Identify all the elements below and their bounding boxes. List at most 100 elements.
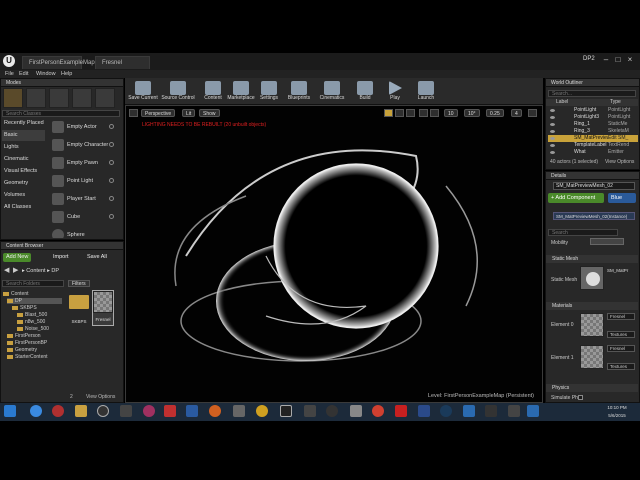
tree-noise[interactable]: Noise_500 bbox=[17, 326, 49, 332]
outliner-row[interactable]: TemplateLabel TextRend bbox=[548, 142, 638, 149]
element1-thumbnail[interactable] bbox=[580, 345, 604, 369]
forward-icon[interactable]: ▶ bbox=[13, 266, 18, 274]
blueprints-button[interactable]: Blueprints bbox=[282, 80, 316, 104]
back-icon[interactable]: ◀ bbox=[4, 266, 9, 274]
place-point-light[interactable]: Point Light bbox=[50, 173, 116, 190]
tree-geometry[interactable]: Geometry bbox=[7, 347, 37, 353]
steam-icon[interactable] bbox=[440, 405, 452, 417]
tree-content[interactable]: Content bbox=[3, 291, 29, 297]
category-basic[interactable]: Basic bbox=[2, 130, 45, 141]
static-mesh-thumbnail[interactable] bbox=[580, 266, 604, 290]
outliner-row[interactable]: PointLight3 PointLight bbox=[548, 114, 638, 121]
element0-material-dropdown[interactable]: Fresnel bbox=[607, 313, 635, 320]
app-icon[interactable] bbox=[120, 405, 132, 417]
menu-window[interactable]: Window bbox=[36, 70, 56, 78]
category-cinematic[interactable]: Cinematic bbox=[2, 154, 45, 165]
settings-button[interactable]: Settings bbox=[252, 80, 286, 104]
component-instance-row[interactable]: SM_MatPreviewMesh_02(Instance) bbox=[553, 212, 635, 220]
app-icon[interactable] bbox=[418, 405, 430, 417]
explorer-icon[interactable] bbox=[75, 405, 87, 417]
landscape-mode-icon[interactable] bbox=[49, 88, 69, 108]
paint-mode-icon[interactable] bbox=[26, 88, 46, 108]
place-mode-icon[interactable] bbox=[3, 88, 23, 108]
eye-icon[interactable] bbox=[550, 137, 555, 140]
menu-edit[interactable]: Edit bbox=[19, 70, 28, 78]
app-icon[interactable] bbox=[256, 405, 268, 417]
app-icon[interactable] bbox=[164, 405, 176, 417]
app-icon[interactable] bbox=[233, 405, 245, 417]
category-all-classes[interactable]: All Classes bbox=[2, 202, 45, 213]
outliner-row[interactable]: PointLight PointLight bbox=[548, 107, 638, 114]
add-new-button[interactable]: Add New bbox=[3, 253, 32, 262]
tab-fresnel[interactable]: Fresnel bbox=[95, 56, 150, 69]
outliner-search-input[interactable]: Search... bbox=[548, 90, 636, 97]
unreal-icon[interactable] bbox=[97, 405, 109, 417]
eye-icon[interactable] bbox=[550, 109, 555, 112]
cinematics-button[interactable]: Cinematics bbox=[315, 80, 349, 104]
system-clock[interactable]: 10:10 PM 5/6/2015 bbox=[600, 404, 634, 420]
import-button[interactable]: Import bbox=[50, 253, 72, 262]
play-button[interactable]: Play bbox=[378, 80, 412, 104]
eye-icon[interactable] bbox=[550, 116, 555, 119]
minimize-icon[interactable]: – bbox=[600, 55, 612, 65]
eye-icon[interactable] bbox=[550, 144, 555, 147]
menu-file[interactable]: File bbox=[5, 70, 14, 78]
app-icon[interactable] bbox=[527, 405, 539, 417]
chrome-icon[interactable] bbox=[372, 405, 384, 417]
folder-search-input[interactable]: Search Folders bbox=[2, 280, 64, 287]
blueprint-button[interactable]: Blue bbox=[608, 193, 636, 203]
static-mesh-value[interactable]: SM_MatPr bbox=[607, 268, 628, 273]
class-search-input[interactable]: Search Classes bbox=[2, 110, 120, 117]
save-current-button[interactable]: Save Current bbox=[126, 80, 160, 104]
launch-button[interactable]: Launch bbox=[409, 80, 443, 104]
add-component-button[interactable]: + Add Component bbox=[548, 193, 604, 203]
app-icon[interactable] bbox=[508, 405, 520, 417]
app-icon[interactable] bbox=[209, 405, 221, 417]
category-geometry[interactable]: Geometry bbox=[2, 178, 45, 189]
app-icon[interactable] bbox=[463, 405, 475, 417]
element1-material-dropdown[interactable]: Fresnel bbox=[607, 345, 635, 352]
simulate-physics-checkbox[interactable] bbox=[578, 395, 583, 400]
actor-name-input[interactable]: SM_MatPreviewMesh_02 bbox=[553, 182, 635, 190]
category-volumes[interactable]: Volumes bbox=[2, 190, 45, 201]
asset-fresnel[interactable]: Fresnel bbox=[92, 290, 114, 326]
ie-icon[interactable] bbox=[30, 405, 42, 417]
category-visual-effects[interactable]: Visual Effects bbox=[2, 166, 45, 177]
level-viewport[interactable]: Perspective Lit Show 10 10° 0.25 4 LIGHT… bbox=[125, 105, 543, 403]
start-icon[interactable] bbox=[4, 405, 16, 417]
breadcrumb-content[interactable]: Content bbox=[26, 268, 45, 274]
tree-skbps[interactable]: SKBPS bbox=[12, 305, 37, 311]
foliage-mode-icon[interactable] bbox=[72, 88, 92, 108]
place-empty-pawn[interactable]: Empty Pawn bbox=[50, 155, 116, 172]
breadcrumb-dp[interactable]: DP bbox=[51, 268, 59, 274]
eye-icon[interactable] bbox=[550, 151, 555, 154]
place-player-start[interactable]: Player Start bbox=[50, 191, 116, 208]
col-type[interactable]: Type bbox=[610, 99, 621, 106]
tree-firstpersonbp[interactable]: FirstPersonBP bbox=[7, 340, 47, 346]
place-empty-character[interactable]: Empty Character bbox=[50, 137, 116, 154]
details-search-input[interactable]: Search bbox=[548, 229, 618, 236]
build-button[interactable]: Build bbox=[348, 80, 382, 104]
category-recently-placed[interactable]: Recently Placed bbox=[2, 118, 45, 129]
outliner-row[interactable]: Ring_1 StaticMe bbox=[548, 121, 638, 128]
outliner-row[interactable]: What Emitter bbox=[548, 149, 638, 156]
app-icon[interactable] bbox=[143, 405, 155, 417]
tab-map[interactable]: FirstPersonExampleMap bbox=[22, 56, 95, 69]
physics-section[interactable]: Physics bbox=[546, 384, 638, 392]
tree-dp[interactable]: DP bbox=[7, 298, 62, 304]
tree-n8w[interactable]: n8w_500 bbox=[17, 319, 45, 325]
filters-button[interactable]: Filters bbox=[68, 280, 90, 287]
place-sphere[interactable]: Sphere bbox=[50, 227, 116, 238]
mobility-toggle[interactable] bbox=[590, 238, 624, 245]
static-mesh-section[interactable]: Static Mesh bbox=[546, 255, 638, 263]
element1-textures-dropdown[interactable]: Textures bbox=[607, 363, 635, 370]
close-icon[interactable]: × bbox=[624, 55, 636, 65]
maximize-icon[interactable]: □ bbox=[612, 55, 624, 65]
asset-skbps[interactable]: SKBPS bbox=[68, 292, 90, 326]
source-control-button[interactable]: Source Control bbox=[161, 80, 195, 104]
app-icon[interactable] bbox=[326, 405, 338, 417]
app-icon[interactable] bbox=[304, 405, 316, 417]
outliner-view-options-button[interactable]: View Options bbox=[605, 159, 634, 165]
element0-textures-dropdown[interactable]: Textures bbox=[607, 331, 635, 338]
app-icon[interactable] bbox=[350, 405, 362, 417]
